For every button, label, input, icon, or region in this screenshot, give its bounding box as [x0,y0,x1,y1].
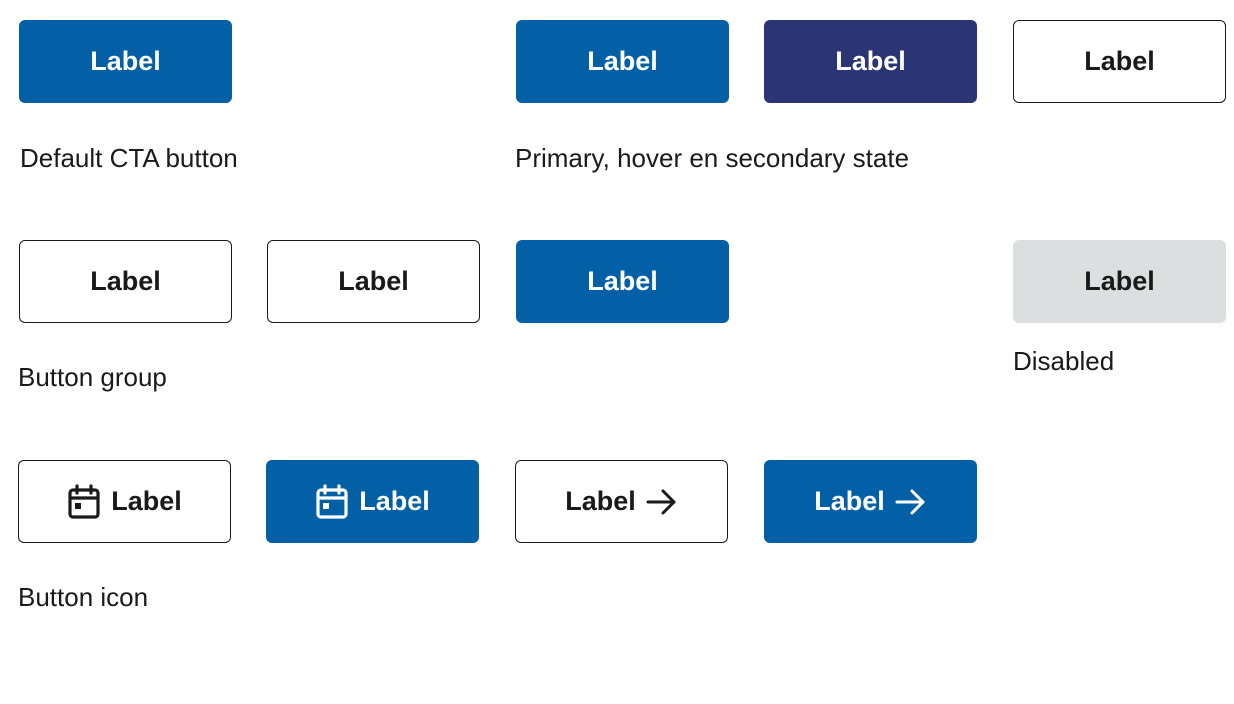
hover-state-button-label: Label [835,46,906,76]
icon-button-calendar-secondary-label: Label [111,486,182,516]
default-cta-button[interactable]: Label [19,20,232,103]
icon-button-arrow-primary[interactable]: Label [764,460,977,543]
disabled-button: Label [1013,240,1226,323]
default-cta-button-label: Label [90,46,161,76]
calendar-icon [67,483,101,520]
button-group-item-2-label: Label [338,266,409,296]
button-group-caption: Button group [18,362,167,392]
icon-button-calendar-primary-label: Label [359,486,430,516]
arrow-right-icon [895,488,927,516]
button-group-item-3[interactable]: Label [516,240,729,323]
icon-button-arrow-primary-label: Label [814,486,885,516]
hover-state-button[interactable]: Label [764,20,977,103]
default-cta-caption: Default CTA button [20,143,238,173]
icon-button-calendar-secondary[interactable]: Label [18,460,231,543]
calendar-icon [315,483,349,520]
states-caption: Primary, hover en secondary state [515,143,910,173]
secondary-state-button[interactable]: Label [1013,20,1226,103]
button-group-item-3-label: Label [587,266,658,296]
icon-button-arrow-secondary[interactable]: Label [515,460,728,543]
button-icon-caption: Button icon [18,582,149,612]
primary-state-button[interactable]: Label [516,20,729,103]
secondary-state-button-label: Label [1084,46,1155,76]
button-group-item-1[interactable]: Label [19,240,232,323]
arrow-right-icon [646,488,678,516]
button-group-item-1-label: Label [90,266,161,296]
disabled-caption: Disabled [1013,346,1115,376]
button-group-item-2[interactable]: Label [267,240,480,323]
disabled-button-label: Label [1084,266,1155,296]
primary-state-button-label: Label [587,46,658,76]
icon-button-arrow-secondary-label: Label [565,486,636,516]
icon-button-calendar-primary[interactable]: Label [266,460,479,543]
